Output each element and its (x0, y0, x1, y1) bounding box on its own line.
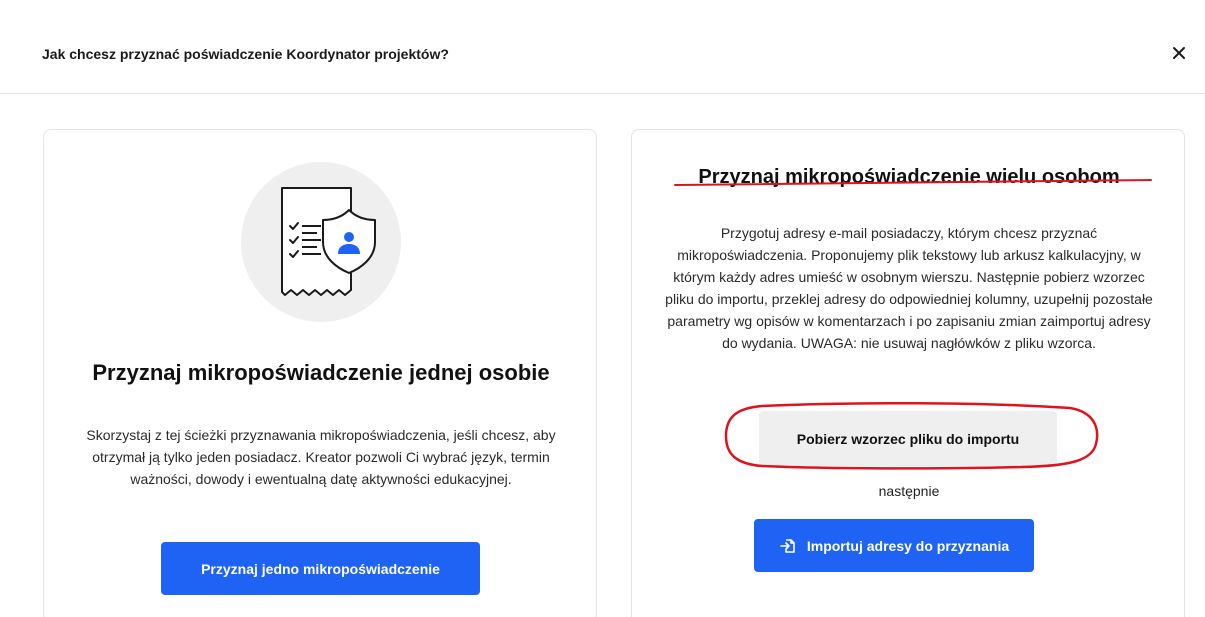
illustration (241, 162, 401, 322)
then-label: następnie (878, 483, 940, 499)
single-card-description: Skorzystaj z tej ścieżki przyznawania mi… (86, 427, 556, 487)
multiple-card-description: Przygotuj adresy e-mail posiadaczy, któr… (665, 225, 1153, 351)
red-oval-annotation (724, 401, 1099, 470)
multiple-grant-card: Przyznaj mikropoświadczenie wielu osobom… (631, 129, 1185, 617)
import-button-label: Importuj adresy do przyznania (806, 537, 1010, 554)
file-import-icon (780, 538, 795, 553)
red-underline-annotation (674, 179, 1152, 186)
grant-single-button[interactable]: Przyznaj jedno mikropoświadczenie (161, 542, 480, 595)
single-grant-card: Przyznaj mikropoświadczenie jednej osobi… (43, 129, 597, 617)
close-button[interactable] (1166, 40, 1192, 66)
dialog-title: Jak chcesz przyznać poświadczenie Koordy… (42, 46, 449, 62)
single-card-title: Przyznaj mikropoświadczenie jednej osobi… (92, 360, 550, 385)
import-addresses-button[interactable]: Importuj adresy do przyznania (754, 519, 1034, 572)
dialog-header: Jak chcesz przyznać poświadczenie Koordy… (0, 0, 1205, 94)
close-icon (1173, 47, 1185, 59)
document-shield-user-icon (281, 187, 376, 296)
